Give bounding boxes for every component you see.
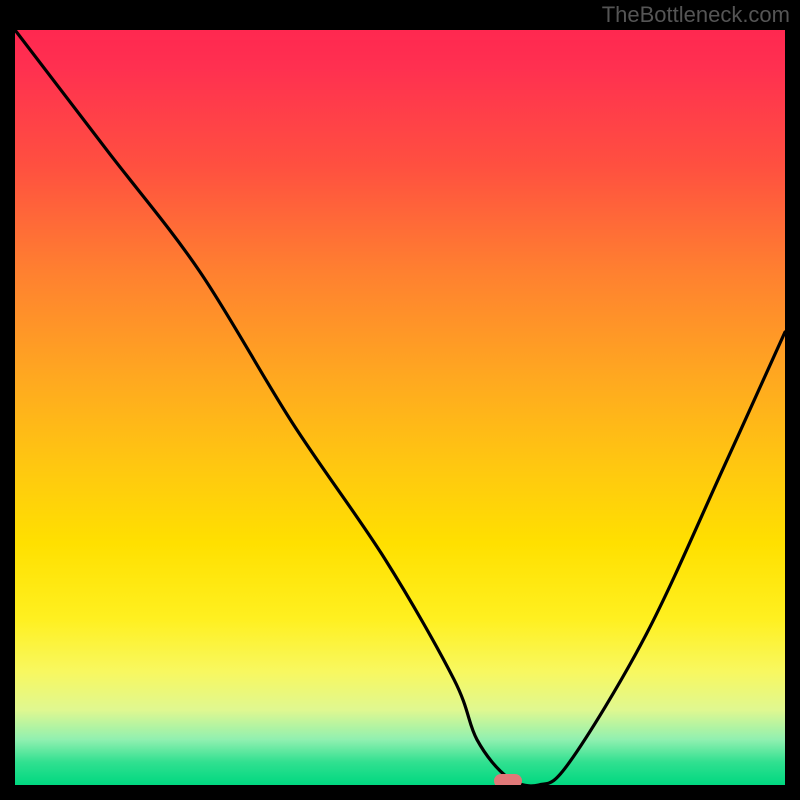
optimal-marker xyxy=(494,774,522,785)
curve-svg xyxy=(15,30,785,785)
watermark-label: TheBottleneck.com xyxy=(602,2,790,28)
chart-container: TheBottleneck.com xyxy=(0,0,800,800)
plot-area xyxy=(15,30,785,785)
bottleneck-curve xyxy=(15,30,785,785)
